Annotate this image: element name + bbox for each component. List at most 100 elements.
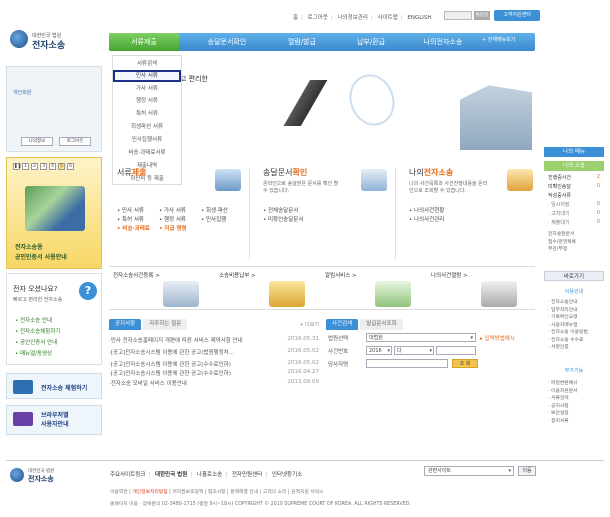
gnb-delivery-check[interactable]: 송달문서확인 [187, 33, 267, 51]
banner-notification[interactable]: 알림서비스 > [321, 267, 427, 311]
help-center-button[interactable]: 고객지원센터 [494, 10, 540, 21]
link-bankruptcy[interactable]: • 회생·파산 [201, 207, 228, 216]
stat-row[interactable]: 진행중사건 2 [548, 174, 600, 181]
guide-link[interactable]: · 사용자매뉴얼 [548, 322, 588, 330]
sub-link[interactable]: 전자송달문서 [548, 231, 576, 239]
footer-link[interactable]: 대한민국 법원 [155, 472, 187, 478]
pager-page[interactable]: 3 [40, 163, 47, 170]
first-visit-link[interactable]: • 전자소송체험하기 [15, 327, 60, 335]
first-visit-link[interactable]: • 매뉴얼/동영상 [15, 349, 60, 357]
gnb-payment-refund[interactable]: 납부/환급 [337, 33, 405, 51]
util-myinfo-link[interactable]: 나의정보관리 [338, 15, 368, 21]
dropdown-item[interactable]: 회생파산 서류 [113, 122, 181, 130]
link-civil[interactable]: • 민사 서류 [117, 207, 150, 216]
guide-link[interactable]: · 전자소송 수수료 [548, 337, 588, 345]
util-english-link[interactable]: ENGLISH [407, 15, 431, 21]
link-admin[interactable]: • 행정 서류 [159, 216, 187, 225]
site-logo[interactable]: 대한민국 법원 전자소송 [10, 26, 80, 54]
privacy-link[interactable]: 개인정보처리방침 [132, 490, 167, 495]
banner-fee-payment[interactable]: 소송비용납부 > [215, 267, 321, 311]
pager-pause-icon[interactable]: ❚❚ [13, 163, 22, 170]
link-patent[interactable]: • 특허 서류 [117, 216, 150, 225]
service-delivery[interactable]: 송달문서확인 온라인으로 송달받은 문서를 확인 할 수 있습니다. • 전체송… [255, 163, 395, 265]
pager-page[interactable]: 4 [49, 163, 56, 170]
link-enforcement[interactable]: • 민사집행 [201, 216, 228, 225]
link-family[interactable]: • 가사 서류 [159, 207, 187, 216]
dropdown-item[interactable]: 특허 서류 [113, 109, 181, 117]
input-example-link[interactable]: ▸ 입력방법예시 [480, 334, 515, 342]
util-home-link[interactable]: 홈 [293, 15, 298, 21]
case-type-select[interactable]: 다 ▾ [394, 346, 434, 355]
banner-case-register[interactable]: 전자소송사건등록 > [109, 267, 215, 311]
pager-page-active[interactable]: 5 [58, 163, 65, 170]
sub-link[interactable]: 부관/부정 [548, 246, 576, 254]
footer-link[interactable]: 전자민원센터 [232, 472, 262, 478]
extra-link[interactable]: · 파일변환예시 [548, 380, 578, 388]
util-sitemap-link[interactable]: 사이트맵 [378, 15, 398, 21]
service-submit[interactable]: 서류제출 • 민사 서류 • 특허 서류 • 비송·과태료 • 가사 서류 • … [109, 163, 249, 265]
gnb-view-issue[interactable]: 열람/발급 [267, 33, 337, 51]
footer-link[interactable]: 나홀로소송 [197, 472, 222, 478]
link-case-status[interactable]: • 나의사건현황 [409, 207, 444, 216]
top-search-input[interactable] [444, 11, 472, 20]
all-menu-link[interactable]: + 전체메뉴보기 [482, 36, 515, 43]
link-unread-delivery[interactable]: • 미확인송달문서 [263, 216, 303, 225]
dropdown-item-selected[interactable]: 민사 서류 [113, 70, 181, 82]
notice-row[interactable]: ·[공고]전자소송시스템 이용에 관한 공고(수수료인하) 2016.05.02 [109, 360, 319, 368]
promo-banner[interactable]: ❚❚ 1 2 3 4 5 6 전자소송용 공인인증서 사용안내 [6, 157, 102, 269]
dropdown-item[interactable]: 서류검색 [113, 59, 181, 67]
link-payment-order[interactable]: • 지급 명령 [159, 225, 187, 234]
top-search-button[interactable]: 통합검색 [474, 11, 490, 27]
guide-link[interactable]: · 업무처리안내 [548, 307, 588, 315]
pager-page[interactable]: 2 [31, 163, 38, 170]
browser-guide-button[interactable]: 브라우저별 사용자안내 [6, 405, 102, 435]
case-year-select[interactable]: 2016 ▾ [366, 346, 392, 355]
court-select[interactable]: 대법원 ▾ [366, 333, 476, 342]
tab-case-search[interactable]: 사건검색 [326, 319, 359, 330]
related-sites-go[interactable]: 이동 [518, 466, 536, 476]
terms-link[interactable]: 이용약관 [110, 490, 128, 495]
first-visit-link[interactable]: • 전자소송 안내 [15, 316, 60, 324]
util-logout-link[interactable]: 로그아웃 [308, 15, 328, 21]
sub-link[interactable]: 접수/운영목록 [548, 239, 576, 247]
pager-page[interactable]: 1 [22, 163, 29, 170]
gnb-my-lawsuit[interactable]: 나의전자소송 [405, 33, 481, 51]
notice-row[interactable]: ·[공고]전자소송시스템 이용에 관한 공고(법원행정처... 2016.05.0… [109, 348, 319, 356]
case-number-input[interactable] [436, 346, 476, 355]
pager-page[interactable]: 6 [67, 163, 74, 170]
dropdown-item[interactable]: 비송·과태료서류 [113, 148, 181, 156]
stat-row[interactable]: 미확인송달 0 [548, 183, 600, 190]
dropdown-item[interactable]: 민사집행서류 [113, 135, 181, 143]
extra-link[interactable]: · 공지사항 [548, 403, 578, 411]
notice-row[interactable]: ·민사 전자소송홈페이지 개편에 따른 서비스 제약사항 안내 2016.05.3… [109, 336, 319, 344]
extra-link[interactable]: · 이용지원문서 [548, 388, 578, 396]
guide-link[interactable]: · 전자소송 이용방법 [548, 329, 588, 337]
first-visit-link[interactable]: • 공인인증서 안내 [15, 338, 60, 346]
policy-links[interactable]: 저작권보호정책 | 협조사항 | 문제해결 안내 | 고객의 소리 | 원격지원… [172, 490, 323, 495]
guide-link[interactable]: · 전자소송안내 [548, 299, 588, 307]
stat-row[interactable]: · 고지대기 0 [548, 210, 600, 217]
stat-row[interactable]: · 임시저장 0 [548, 201, 600, 208]
search-submit-button[interactable]: 조 회 [452, 359, 478, 368]
dropdown-item[interactable]: 행정 서류 [113, 96, 181, 104]
link-case-manage[interactable]: • 나의사건관리 [409, 216, 444, 225]
party-name-input[interactable] [366, 359, 448, 368]
tab-document-lookup[interactable]: 발급문서조회 [360, 319, 403, 330]
related-sites-select[interactable]: 관련사이트 ▾ [424, 466, 514, 476]
notice-row[interactable]: ·전자소송 모바일 서비스 이용안내 2013.09.09 [109, 379, 319, 387]
gnb-document-submit[interactable]: 서류제출 [109, 33, 179, 51]
extra-link[interactable]: · 정지서류 [548, 418, 578, 426]
link-all-delivery[interactable]: • 전체송달문서 [263, 207, 303, 216]
guide-link[interactable]: · 서명인증 [548, 344, 588, 352]
extra-link[interactable]: · 서류검색 [548, 395, 578, 403]
notice-row[interactable]: ·[공고]전자소송시스템 이용에 관한 공고(수수료인하) 2016.04.27 [109, 369, 319, 377]
banner-case-view[interactable]: 나의사건열람 > [427, 267, 533, 311]
my-info-button[interactable]: 나의정보 [21, 137, 53, 146]
dropdown-item[interactable]: 가사 서류 [113, 84, 181, 92]
extra-link[interactable]: · 보안설정 [548, 410, 578, 418]
experience-button[interactable]: 전자소송 체험하기 [6, 373, 102, 399]
footer-link[interactable]: 인터넷등기소 [272, 472, 302, 478]
logout-button[interactable]: 로그아웃 [59, 137, 91, 146]
stat-row[interactable]: · 제출대기 0 [548, 219, 600, 226]
service-mylawsuit[interactable]: 나의전자소송 나의 사건목록과 사건진행내용을 온라인으로 조회할 수 있습니다… [401, 163, 541, 265]
